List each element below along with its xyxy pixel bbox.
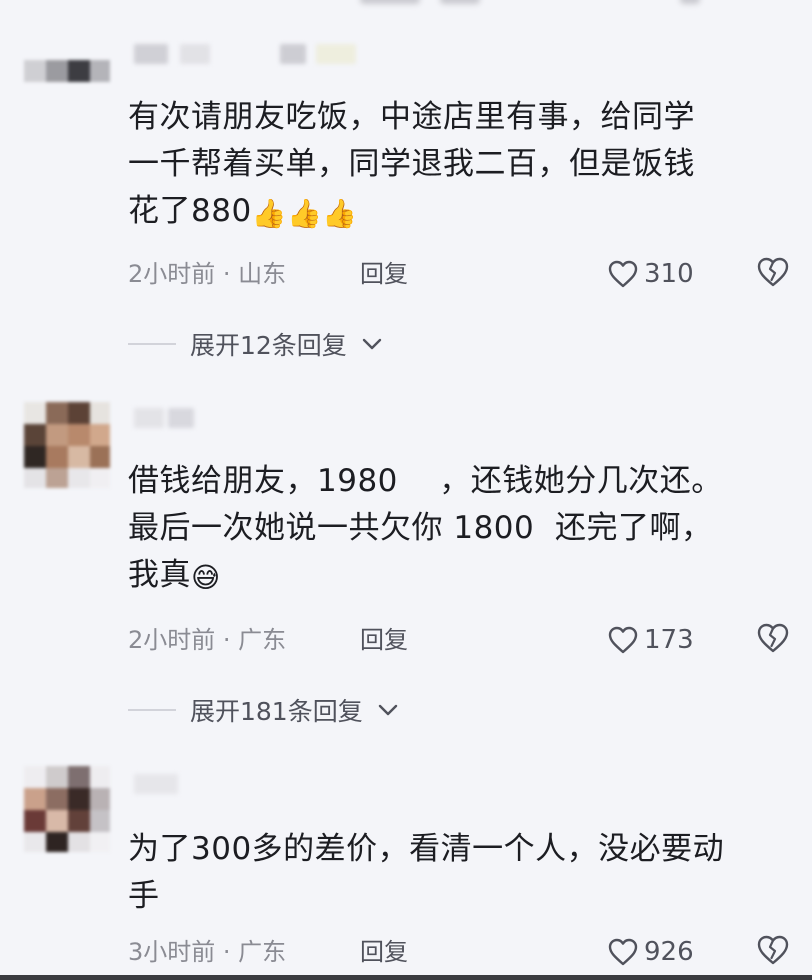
divider-line [128,343,176,345]
bottom-edge [0,975,812,980]
expand-replies-label: 展开12条回复 [190,331,347,360]
username[interactable] [130,404,370,434]
expand-replies-button[interactable]: 展开12条回复 [128,327,383,361]
heart-outline-icon [608,938,638,966]
expand-replies-label: 展开181条回复 [190,697,363,726]
username[interactable] [130,770,370,800]
broken-heart-outline-icon [757,935,789,965]
time-location: 3小时前 · 广东 [128,938,287,966]
reply-button[interactable]: 回复 [360,934,408,970]
broken-heart-outline-icon [757,623,789,653]
comment-text: 有次请朋友吃饭，中途店里有事，给同学 一千帮着买单，同学退我二百，但是饭钱 花了… [128,99,695,230]
divider-line [128,709,176,711]
like-count: 310 [644,259,694,289]
like-button[interactable]: 173 [608,622,694,658]
dislike-button[interactable] [756,934,792,970]
chevron-down-icon [362,338,382,350]
time-location: 2小时前 · 广东 [128,626,287,654]
top-cropped-content [0,0,812,8]
comment-text: 为了300多的差价，看清一个人，没必要动 手 [128,831,725,914]
avatar[interactable] [24,402,110,488]
comment-text: 借钱给朋友，1980 ，还钱她分几次还。 最后一次她说一共欠你 1800 还完了… [128,463,723,594]
like-count: 173 [644,625,694,655]
avatar[interactable] [24,766,110,852]
heart-outline-icon [608,260,638,288]
reply-button[interactable]: 回复 [360,256,408,292]
time-location: 2小时前 · 山东 [128,260,287,288]
thumbs-up-emoji: 👍👍👍 [251,197,358,230]
broken-heart-outline-icon [757,257,789,287]
heart-outline-icon [608,626,638,654]
like-button[interactable]: 310 [608,256,694,292]
dislike-button[interactable] [756,256,792,292]
expand-replies-button[interactable]: 展开181条回复 [128,693,399,727]
chevron-down-icon [378,704,397,716]
reply-button[interactable]: 回复 [360,622,408,658]
comments-page: 有次请朋友吃饭，中途店里有事，给同学 一千帮着买单，同学退我二百，但是饭钱 花了… [0,0,812,980]
username[interactable] [130,40,370,70]
like-button[interactable]: 926 [608,934,694,970]
sweat-smile-emoji: 😅 [191,561,221,594]
like-count: 926 [644,937,694,967]
dislike-button[interactable] [756,622,792,658]
avatar[interactable] [24,40,110,84]
